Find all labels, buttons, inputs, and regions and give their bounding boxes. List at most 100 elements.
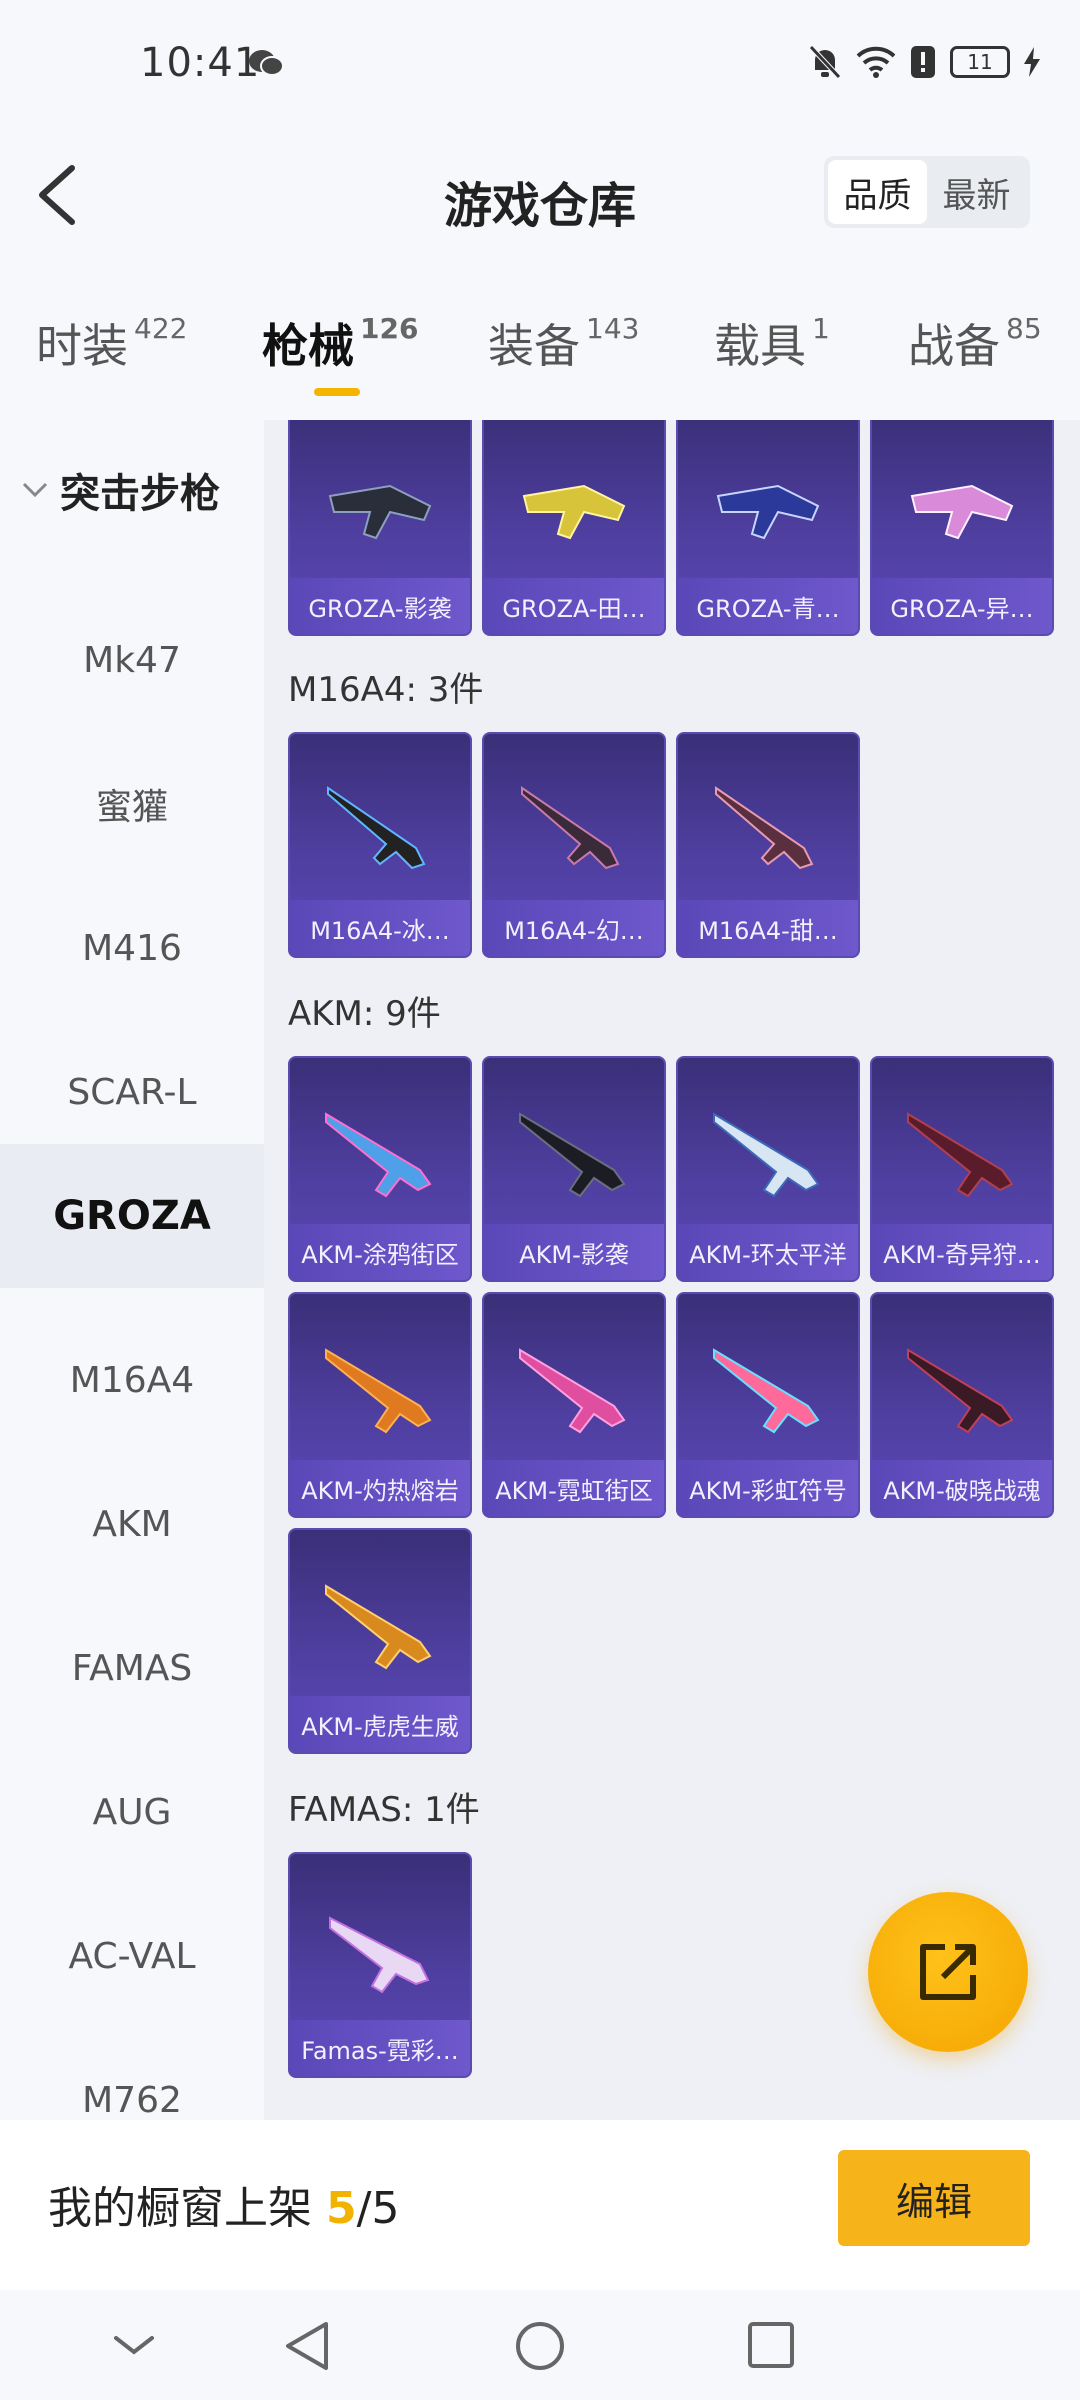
edit-button[interactable]: 编辑 <box>838 2150 1030 2246</box>
sort-toggle[interactable]: 品质 最新 <box>824 156 1030 228</box>
status-icons: 11 <box>808 44 1040 80</box>
showcase-count: 5 <box>326 2183 357 2234</box>
weapon-sidebar: 突击步枪 Mk47 蜜獾 M416 SCAR-L GROZA M16A4 AKM… <box>0 420 264 2121</box>
gun-image <box>716 484 820 540</box>
sidebar-item-groza[interactable]: GROZA <box>0 1144 264 1288</box>
showcase-status: 我的橱窗上架 5/5 <box>48 2172 399 2236</box>
charging-icon <box>1024 47 1040 77</box>
tab-count: 85 <box>1006 312 1042 345</box>
sort-option-quality[interactable]: 品质 <box>828 160 927 224</box>
tab-fashion[interactable]: 时装 422 <box>36 310 187 376</box>
skin-card[interactable]: AKM-虎虎生威 <box>288 1528 472 1754</box>
skin-label: GROZA-田… <box>484 578 664 634</box>
nav-home-icon[interactable] <box>514 2320 566 2372</box>
gun-image <box>910 484 1014 540</box>
gun-image <box>327 786 426 870</box>
showcase-bar: 我的橱窗上架 5/5 编辑 <box>0 2120 1080 2290</box>
gun-image <box>325 1584 432 1670</box>
skin-label: GROZA-青… <box>678 578 858 634</box>
sidebar-item-m416[interactable]: M416 <box>0 876 264 1020</box>
alert-icon <box>911 46 935 78</box>
sidebar-group-label: 突击步枪 <box>60 471 220 517</box>
skin-label: AKM-环太平洋 <box>678 1224 858 1280</box>
share-external-icon <box>920 1944 976 2000</box>
skin-card[interactable]: GROZA-田… <box>482 420 666 636</box>
tab-active-indicator <box>314 388 360 396</box>
sidebar-item-aug[interactable]: AUG <box>0 1740 264 1884</box>
skin-card[interactable]: GROZA-影袭 <box>288 420 472 636</box>
sort-option-latest[interactable]: 最新 <box>927 160 1026 224</box>
skin-card[interactable]: AKM-涂鸦街区 <box>288 1056 472 1282</box>
status-time: 10:41 <box>140 40 261 86</box>
skin-label: AKM-奇异狩… <box>872 1224 1052 1280</box>
section-title-akm: AKM: 9件 <box>288 994 441 1034</box>
skin-label: M16A4-冰… <box>290 900 470 956</box>
skin-card[interactable]: GROZA-青… <box>676 420 860 636</box>
tab-vehicles[interactable]: 载具 1 <box>714 310 830 376</box>
wechat-icon <box>249 50 284 76</box>
skin-card[interactable]: M16A4-幻… <box>482 732 666 958</box>
gun-image <box>715 786 814 870</box>
skin-card[interactable]: Famas-霓彩… <box>288 1852 472 2078</box>
showcase-total: /5 <box>356 2183 400 2234</box>
skin-card[interactable]: M16A4-冰… <box>288 732 472 958</box>
skin-card[interactable]: AKM-破晓战魂 <box>870 1292 1054 1518</box>
sidebar-item-scar-l[interactable]: SCAR-L <box>0 1020 264 1164</box>
skin-card[interactable]: AKM-霓虹街区 <box>482 1292 666 1518</box>
skin-label: M16A4-甜… <box>678 900 858 956</box>
gun-image <box>521 786 620 870</box>
skin-card[interactable]: AKM-彩虹符号 <box>676 1292 860 1518</box>
skin-card[interactable]: AKM-奇异狩… <box>870 1056 1054 1282</box>
skin-label: AKM-破晓战魂 <box>872 1460 1052 1516</box>
nav-back-icon[interactable] <box>282 2320 332 2372</box>
gun-image <box>713 1348 820 1434</box>
system-nav-bar <box>0 2290 1080 2400</box>
nav-recents-icon[interactable] <box>746 2320 796 2370</box>
skin-label: AKM-涂鸦街区 <box>290 1224 470 1280</box>
tab-label: 载具 <box>714 319 806 373</box>
skin-label: AKM-彩虹符号 <box>678 1460 858 1516</box>
section-title-famas: FAMAS: 1件 <box>288 1790 480 1830</box>
tab-supplies[interactable]: 战备 85 <box>908 310 1042 376</box>
skin-label: GROZA-异… <box>872 578 1052 634</box>
sidebar-item-mk47[interactable]: Mk47 <box>0 588 264 732</box>
skin-label: Famas-霓彩… <box>290 2020 470 2076</box>
gun-image <box>907 1348 1014 1434</box>
skin-label: M16A4-幻… <box>484 900 664 956</box>
tab-label: 枪械 <box>262 319 354 373</box>
header: 游戏仓库 品质 最新 <box>0 130 1080 260</box>
sidebar-item-akm[interactable]: AKM <box>0 1452 264 1596</box>
tab-label: 装备 <box>488 319 580 373</box>
skin-card[interactable]: M16A4-甜… <box>676 732 860 958</box>
skin-card[interactable]: AKM-环太平洋 <box>676 1056 860 1282</box>
sidebar-group-header[interactable]: 突击步枪 <box>0 460 264 520</box>
gun-image <box>907 1112 1014 1198</box>
tab-firearms[interactable]: 枪械 126 <box>262 310 419 396</box>
skin-label: AKM-虎虎生威 <box>290 1696 470 1752</box>
tab-equipment[interactable]: 装备 143 <box>488 310 639 376</box>
sidebar-item-famas[interactable]: FAMAS <box>0 1596 264 1740</box>
skin-card[interactable]: AKM-影袭 <box>482 1056 666 1282</box>
share-fab[interactable] <box>868 1892 1028 2052</box>
gun-image <box>522 484 626 540</box>
tab-count: 143 <box>586 312 640 345</box>
skin-label: AKM-影袭 <box>484 1224 664 1280</box>
skin-label: GROZA-影袭 <box>290 578 470 634</box>
gun-image <box>519 1348 626 1434</box>
gun-image <box>519 1112 626 1198</box>
nav-collapse-icon[interactable] <box>112 2320 156 2370</box>
wifi-icon <box>856 46 896 78</box>
sidebar-item-m16a4[interactable]: M16A4 <box>0 1308 264 1452</box>
sidebar-item-ac-val[interactable]: AC-VAL <box>0 1884 264 2028</box>
skin-label: AKM-灼热熔岩 <box>290 1460 470 1516</box>
skin-card[interactable]: GROZA-异… <box>870 420 1054 636</box>
skin-grid: GROZA-影袭 GROZA-田… GROZA-青… GROZA-异… M16A… <box>264 420 1080 2120</box>
tab-label: 时装 <box>36 319 128 373</box>
mute-bell-icon <box>809 45 841 79</box>
tab-count: 1 <box>812 312 830 345</box>
skin-card[interactable]: AKM-灼热熔岩 <box>288 1292 472 1518</box>
sidebar-item-honey-badger[interactable]: 蜜獾 <box>0 732 264 876</box>
tab-label: 战备 <box>908 319 1000 373</box>
tab-count: 126 <box>360 312 419 345</box>
gun-image <box>325 1112 432 1198</box>
